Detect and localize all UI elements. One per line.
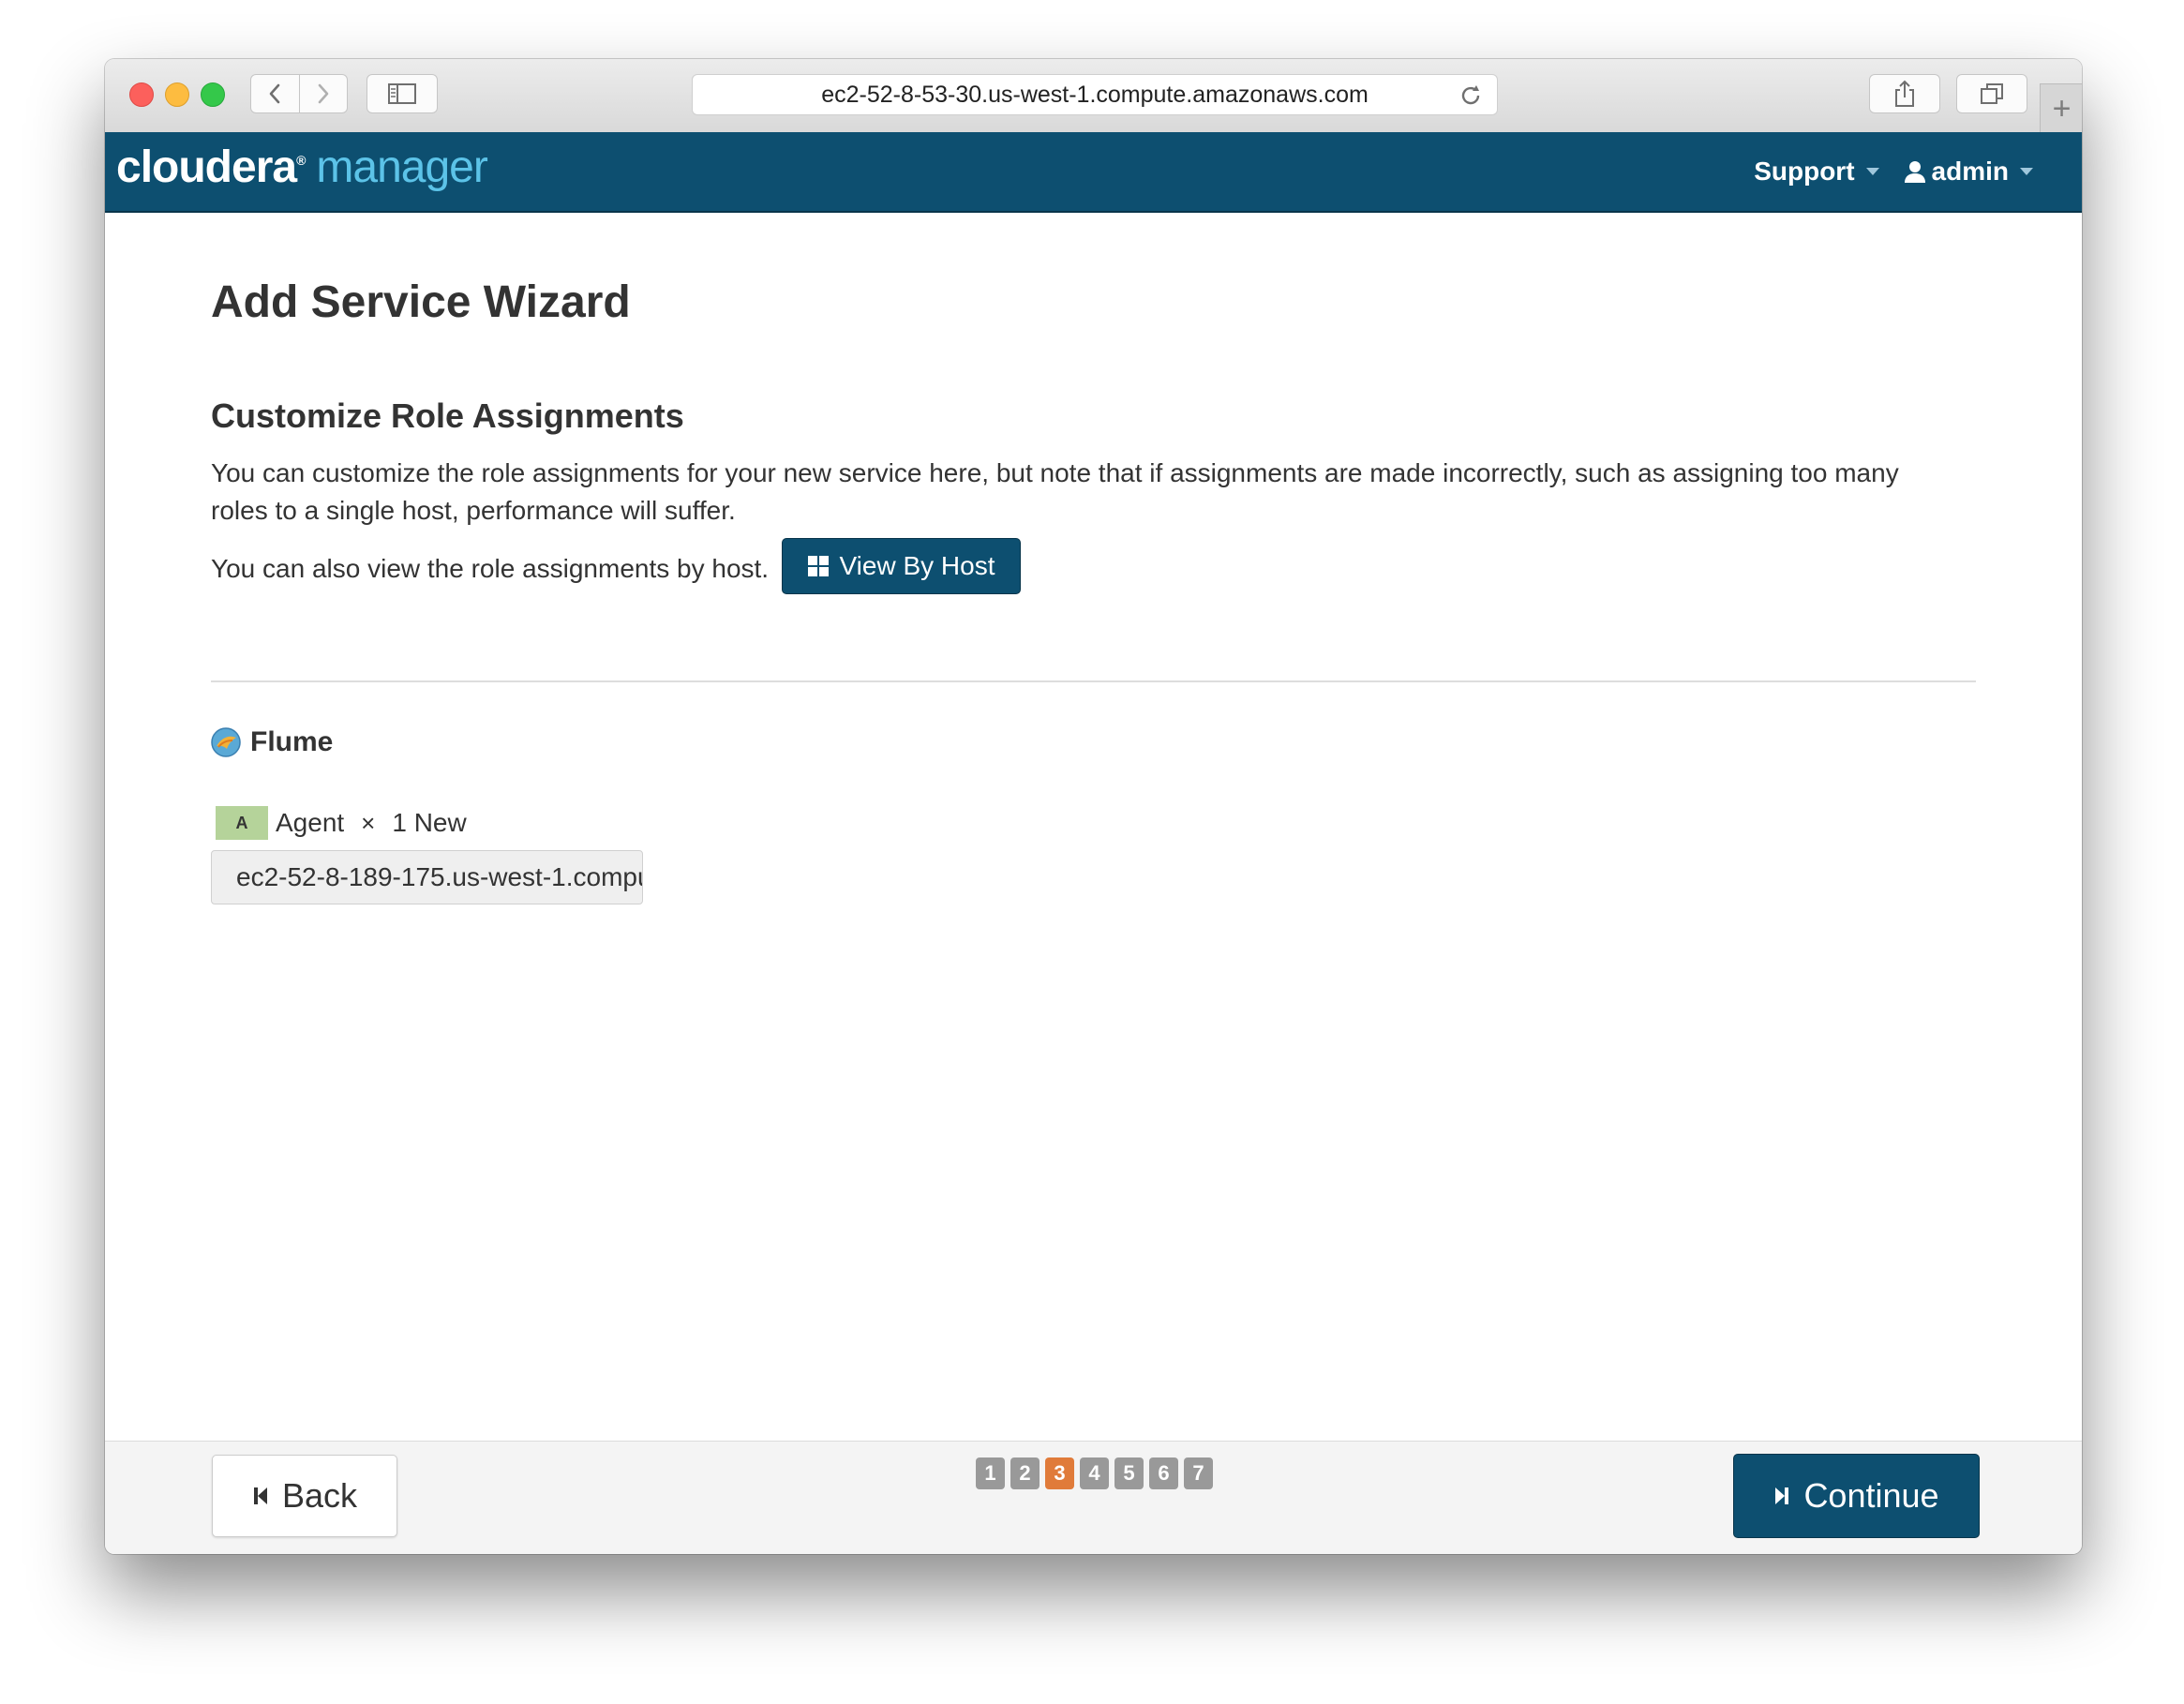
role-row: A Agent × 1 New xyxy=(216,806,467,840)
support-menu-label: Support xyxy=(1754,157,1855,186)
support-menu[interactable]: Support xyxy=(1754,157,1879,187)
wizard-step: 7 xyxy=(1184,1457,1213,1489)
header-nav: Support admin xyxy=(1754,157,2033,187)
forward-nav-button[interactable] xyxy=(298,75,348,112)
browser-window: ec2-52-8-53-30.us-west-1.compute.amazona… xyxy=(105,59,2082,1554)
user-menu[interactable]: admin xyxy=(1904,157,2033,187)
address-bar[interactable]: ec2-52-8-53-30.us-west-1.compute.amazona… xyxy=(692,74,1498,115)
user-menu-label: admin xyxy=(1931,157,2009,186)
grid-icon xyxy=(807,556,829,576)
wizard-step: 5 xyxy=(1114,1457,1144,1489)
show-tabs-button[interactable] xyxy=(1956,74,2027,113)
page-title: Add Service Wizard xyxy=(211,277,631,327)
view-by-host-label: View By Host xyxy=(839,551,995,580)
wizard-step: 1 xyxy=(976,1457,1005,1489)
close-window-button[interactable] xyxy=(129,82,154,107)
sidebar-icon xyxy=(388,83,416,104)
share-button[interactable] xyxy=(1869,74,1940,113)
section-title: Customize Role Assignments xyxy=(211,396,684,435)
wizard-step: 4 xyxy=(1080,1457,1109,1489)
browser-toolbar: ec2-52-8-53-30.us-west-1.compute.amazona… xyxy=(105,59,2082,133)
step-backward-icon xyxy=(253,1487,267,1504)
wizard-step: 2 xyxy=(1010,1457,1040,1489)
service-name: Flume xyxy=(250,726,334,757)
zoom-window-button[interactable] xyxy=(201,82,225,107)
app-header: cloudera® manager Support admin xyxy=(105,132,2082,213)
history-nav-group xyxy=(250,74,348,113)
section-description: You can customize the role assignments f… xyxy=(211,458,1899,525)
caret-down-icon xyxy=(1865,168,1879,175)
wizard-footer: Back 1 2 3 4 5 6 7 Continue xyxy=(105,1441,2082,1554)
wizard-steps: 1 2 3 4 5 6 7 xyxy=(976,1457,1213,1489)
continue-button-label: Continue xyxy=(1803,1476,1939,1515)
minimize-window-button[interactable] xyxy=(165,82,189,107)
view-by-host-text: You can also view the role assignments b… xyxy=(211,554,770,583)
role-name: Agent xyxy=(276,808,345,837)
address-bar-url: ec2-52-8-53-30.us-west-1.compute.amazona… xyxy=(821,82,1369,108)
service-header: Flume xyxy=(211,726,333,758)
role-badge: A xyxy=(216,806,268,840)
logo-secondary-text: manager xyxy=(316,142,487,192)
continue-button[interactable]: Continue xyxy=(1733,1454,1980,1538)
share-icon xyxy=(1895,80,1914,107)
logo-primary-text: cloudera xyxy=(116,142,297,192)
sidebar-toggle-button[interactable] xyxy=(366,74,438,113)
tabs-icon xyxy=(1981,83,2003,104)
logo-trademark: ® xyxy=(296,153,306,168)
new-tab-button[interactable]: + xyxy=(2040,83,2082,133)
role-times-symbol: × xyxy=(361,808,376,837)
chevron-left-icon xyxy=(269,83,280,104)
flume-icon xyxy=(211,727,241,757)
user-icon xyxy=(1904,161,1925,183)
wizard-step: 6 xyxy=(1149,1457,1178,1489)
caret-down-icon xyxy=(2020,168,2033,175)
view-by-host-button[interactable]: View By Host xyxy=(782,538,1021,594)
role-count: 1 New xyxy=(392,808,467,837)
back-nav-button[interactable] xyxy=(251,75,299,112)
step-forward-icon xyxy=(1775,1487,1789,1504)
back-button[interactable]: Back xyxy=(212,1455,397,1537)
chevron-right-icon xyxy=(318,83,329,104)
back-button-label: Back xyxy=(281,1476,358,1515)
section-divider xyxy=(211,680,1976,682)
wizard-step-current: 3 xyxy=(1045,1457,1074,1489)
reload-icon[interactable] xyxy=(1458,82,1484,113)
role-host-selector[interactable]: ec2-52-8-189-175.us-west-1.compute.amazo… xyxy=(211,850,643,904)
cloudera-manager-logo[interactable]: cloudera® manager xyxy=(116,142,488,193)
